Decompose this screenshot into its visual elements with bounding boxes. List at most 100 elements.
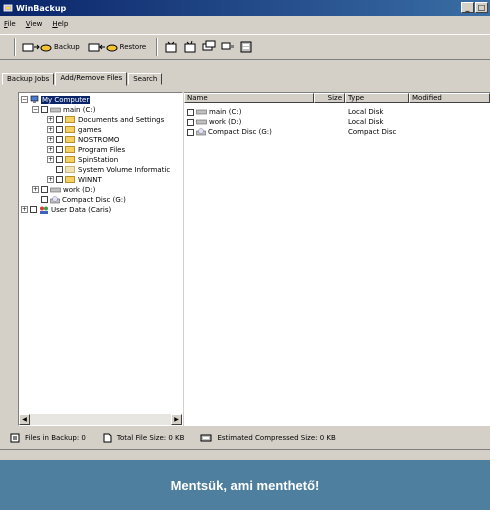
column-header-type[interactable]: Type: [345, 93, 409, 103]
tab-backup-jobs[interactable]: Backup Jobs: [2, 73, 55, 85]
tree-label: Program Files: [78, 145, 126, 154]
expand-icon[interactable]: +: [32, 186, 39, 193]
column-header-size[interactable]: Size: [314, 93, 345, 103]
menu-file[interactable]: File: [4, 20, 16, 28]
tree-label: NOSTROMO: [78, 135, 120, 144]
edit-job-icon[interactable]: [183, 40, 197, 54]
scroll-left-button[interactable]: ◀: [19, 414, 30, 425]
tree-label: work (D:): [63, 185, 96, 194]
tab-strip: Backup Jobs Add/Remove Files Search: [2, 70, 163, 86]
files-icon: [10, 433, 20, 443]
properties-icon[interactable]: [240, 41, 252, 53]
tree-checkbox[interactable]: [56, 146, 63, 153]
tree-item-user-data[interactable]: + User Data (Caris): [21, 205, 111, 214]
list-item-name: work (D:): [209, 118, 242, 126]
estimated-compressed-size: Estimated Compressed Size: 0 KB: [217, 434, 336, 442]
maximize-button[interactable]: □: [475, 2, 488, 13]
tree-checkbox[interactable]: [56, 156, 63, 163]
title-bar[interactable]: WinBackup _ □: [0, 0, 490, 16]
list-item[interactable]: Compact Disc (G:): [187, 127, 272, 137]
caption-banner: Mentsük, ami menthető!: [0, 460, 490, 510]
tree-label: User Data (Caris): [51, 205, 112, 214]
toolbar: Backup Restore: [0, 34, 490, 60]
tree-item-nostromo[interactable]: + NOSTROMO: [47, 135, 119, 144]
column-header-name[interactable]: Name: [184, 93, 314, 103]
list-item[interactable]: main (C:): [187, 107, 241, 117]
restore-button[interactable]: Restore: [88, 40, 146, 54]
cd-drive-icon: [50, 195, 60, 203]
tree-item-games[interactable]: + games: [47, 125, 102, 134]
tree-checkbox[interactable]: [56, 136, 63, 143]
list-item[interactable]: work (D:): [187, 117, 241, 127]
tree-item-main-c[interactable]: − main (C:): [32, 105, 95, 114]
collapse-icon[interactable]: −: [32, 106, 39, 113]
backup-label: Backup: [54, 43, 80, 51]
status-bar: Files in Backup: 0 Total File Size: 0 KB…: [0, 430, 490, 446]
list-checkbox[interactable]: [187, 108, 194, 116]
tree-label: Documents and Settings: [78, 115, 165, 124]
total-file-size: Total File Size: 0 KB: [116, 434, 185, 442]
copy-icon[interactable]: [202, 40, 216, 54]
tree-checkbox[interactable]: [56, 166, 63, 173]
column-header-modified[interactable]: Modified: [409, 93, 490, 103]
expand-icon[interactable]: +: [47, 116, 54, 123]
folder-icon: [65, 166, 75, 173]
tree-item-my-computer[interactable]: − My Computer: [21, 95, 91, 104]
tree-item-system-volume-information[interactable]: System Volume Informatic: [56, 165, 170, 174]
drive-icon: [50, 107, 61, 112]
tree-item-program-files[interactable]: + Program Files: [47, 145, 125, 154]
folder-icon: [65, 136, 75, 143]
tree-checkbox[interactable]: [56, 116, 63, 123]
tree-label: games: [78, 125, 102, 134]
file-list[interactable]: Name Size Type Modified main (C:) Local …: [184, 92, 490, 426]
tree-checkbox[interactable]: [41, 106, 48, 113]
expand-icon[interactable]: +: [47, 126, 54, 133]
tree-checkbox[interactable]: [56, 126, 63, 133]
expand-icon[interactable]: +: [47, 146, 54, 153]
new-job-icon[interactable]: [164, 40, 178, 54]
window-title: WinBackup: [16, 3, 67, 13]
folder-icon: [65, 146, 75, 153]
expand-icon[interactable]: +: [47, 156, 54, 163]
bottom-bar: [0, 449, 490, 458]
compress-icon: [200, 434, 212, 442]
folder-icon: [65, 156, 75, 163]
menu-help[interactable]: Help: [52, 20, 68, 28]
toolbar-grip: [14, 38, 16, 56]
collapse-icon[interactable]: −: [21, 96, 28, 103]
expand-icon[interactable]: +: [47, 176, 54, 183]
list-item-type: Compact Disc: [348, 128, 397, 136]
tree-item-compact-disc-g[interactable]: Compact Disc (G:): [41, 195, 126, 204]
tree-item-work-d[interactable]: + work (D:): [32, 185, 95, 194]
tree-item-winnt[interactable]: + WINNT: [47, 175, 102, 184]
tree-horizontal-scrollbar[interactable]: ◀ ▶: [19, 414, 182, 425]
tree-checkbox[interactable]: [41, 196, 48, 203]
backup-button[interactable]: Backup: [22, 40, 80, 54]
menu-view[interactable]: View: [26, 20, 43, 28]
tab-add-remove-files[interactable]: Add/Remove Files: [55, 72, 128, 86]
tree-item-documents-and-settings[interactable]: + Documents and Settings: [47, 115, 164, 124]
expand-icon[interactable]: +: [47, 136, 54, 143]
list-checkbox[interactable]: [187, 118, 194, 126]
list-item-type: Local Disk: [348, 118, 384, 126]
cd-drive-icon: [196, 128, 206, 136]
tree-item-spinstation[interactable]: + SpinStation: [47, 155, 118, 164]
expand-icon[interactable]: +: [21, 206, 28, 213]
tree-checkbox[interactable]: [41, 186, 48, 193]
tree-label: SpinStation: [78, 155, 119, 164]
tree-label: System Volume Informatic: [78, 165, 171, 174]
minimize-button[interactable]: _: [461, 2, 474, 13]
tab-search[interactable]: Search: [128, 73, 163, 85]
folder-icon: [65, 126, 75, 133]
files-in-backup: Files in Backup: 0: [25, 434, 86, 442]
schedule-icon[interactable]: [221, 40, 235, 54]
tree-label: main (C:): [63, 105, 96, 114]
list-checkbox[interactable]: [187, 128, 194, 136]
menu-bar: File View Help: [0, 17, 490, 31]
tree-checkbox[interactable]: [56, 176, 63, 183]
app-icon: [3, 4, 13, 12]
scroll-right-button[interactable]: ▶: [171, 414, 182, 425]
folder-tree[interactable]: − My Computer − main (C:) + Documents an…: [18, 92, 183, 426]
tree-checkbox[interactable]: [30, 206, 37, 213]
app-window: WinBackup _ □ File View Help Backup Rest…: [0, 0, 490, 460]
